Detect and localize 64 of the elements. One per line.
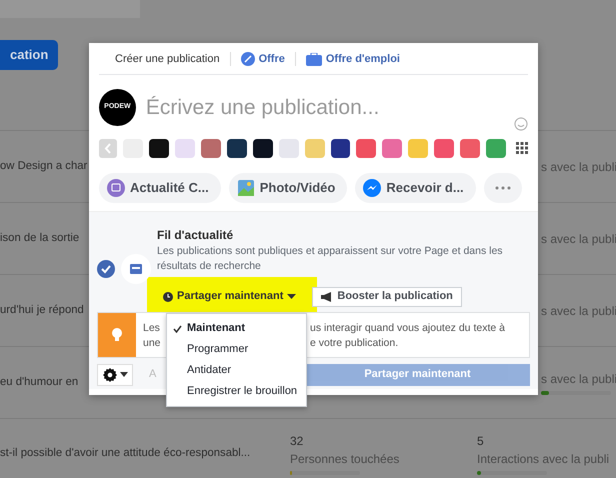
metric-value: 5 (477, 433, 485, 450)
background-swatch[interactable] (434, 139, 454, 158)
background-swatch[interactable] (200, 139, 221, 158)
news-feed-icon (121, 254, 151, 284)
action-button[interactable]: Recevoir d... (355, 172, 476, 202)
background-swatch[interactable] (486, 139, 506, 158)
background-swatch[interactable] (278, 139, 299, 158)
megaphone-icon (321, 292, 334, 302)
chat-bubble-icon (363, 178, 382, 196)
more-icon (494, 186, 511, 190)
menu-item[interactable]: Enregistrer le brouillon (167, 381, 306, 402)
post-title: st-il possible d'avoir une attitude éco-responsabl... (0, 447, 250, 460)
background-swatch[interactable] (408, 139, 428, 158)
tip-text: une (143, 336, 161, 352)
composer-tab[interactable]: Créer une publication (115, 51, 220, 68)
caret-icon (287, 294, 296, 299)
more-button[interactable] (484, 172, 522, 202)
tip-text: Les (143, 320, 160, 336)
post-title: urd'hui je répond (0, 304, 84, 316)
settings-button[interactable] (97, 364, 133, 386)
gear-icon (102, 366, 118, 382)
clock-icon (163, 292, 173, 302)
metric-label: Personnes touchées (290, 451, 400, 468)
briefcase-icon (306, 52, 322, 66)
background-swatch[interactable] (252, 139, 273, 158)
metric-label: Interactions avec la publi (477, 451, 610, 468)
background-swatch[interactable] (356, 139, 376, 158)
background-swatch[interactable] (226, 139, 247, 158)
checkbox[interactable] (97, 260, 115, 278)
boost-button[interactable]: Booster la publication (312, 286, 462, 306)
tip-text: e votre publication. (310, 336, 398, 352)
background-swatch[interactable] (148, 139, 169, 158)
background-swatch[interactable] (174, 139, 195, 158)
metric-label: s avec la publi (541, 158, 616, 176)
background-swatch[interactable] (382, 139, 402, 158)
post-title: eu d'humour en (0, 376, 78, 388)
share-now-button[interactable]: Partager maintenant (157, 286, 302, 306)
photo-icon (236, 178, 255, 196)
metric-label: s avec la publi (541, 371, 616, 388)
metric-label: s avec la publi (541, 302, 616, 320)
emoji-icon (514, 116, 528, 130)
menu-item[interactable]: Maintenant (167, 318, 306, 339)
metric-label: s avec la publi (541, 230, 616, 248)
background-swatch[interactable] (460, 139, 480, 158)
post-title: ison de la sortie (0, 232, 80, 244)
metric-value: 32 (290, 433, 304, 450)
tip-text: us interagir quand vous ajoutez du texte à (310, 320, 505, 336)
preview-text: A (149, 368, 156, 380)
audience-description: Les publications sont publiques et apparaissent sur votre Page et dans les résultats de recherche (157, 244, 504, 274)
caret-icon (120, 372, 128, 377)
composer-tab[interactable]: Offre d'emploi (306, 51, 400, 68)
story-icon (107, 178, 125, 196)
background-swatch[interactable] (330, 139, 350, 158)
menu-item[interactable]: Antidater (167, 360, 306, 381)
post-title: ow Design a char (0, 160, 88, 172)
audience-title: Fil d'actualité (157, 226, 234, 244)
publish-button[interactable]: cation (0, 40, 58, 70)
check-icon (173, 324, 182, 332)
lightbulb-icon (112, 328, 122, 342)
action-button[interactable]: Photo/Vidéo (228, 172, 348, 202)
action-button[interactable]: Actualité C... (99, 172, 221, 202)
menu-item[interactable]: Programmer (167, 339, 306, 360)
background-swatch[interactable] (304, 139, 324, 158)
composer-tab[interactable]: Offre (240, 51, 285, 68)
